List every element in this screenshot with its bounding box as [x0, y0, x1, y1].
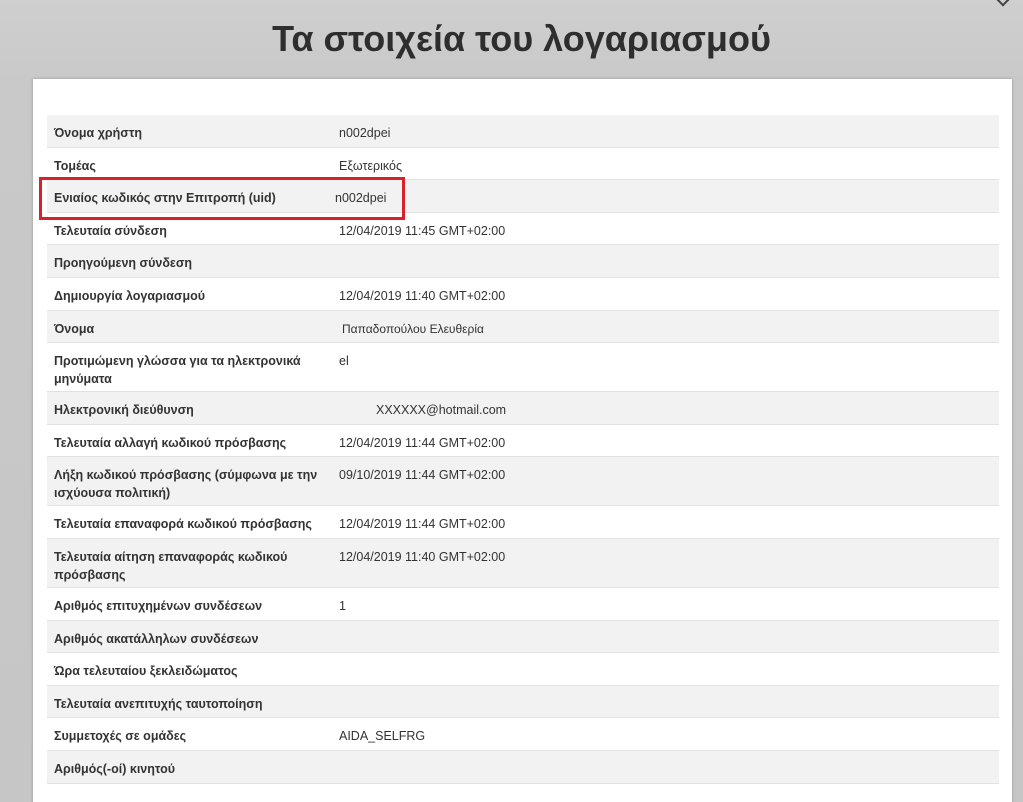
- row-label: Συμμετοχές σε ομάδες: [54, 729, 187, 744]
- row-value: AIDA_SELFRG: [339, 729, 426, 744]
- table-row-account-created: Δημιουργία λογαριασμού 12/04/2019 11:40 …: [47, 277, 999, 311]
- table-row-last-reset-request: Τελευταία αίτηση επαναφοράς κωδικού πρόσ…: [47, 538, 999, 588]
- row-label: Τελευταία αλλαγή κωδικού πρόσβασης: [54, 435, 287, 450]
- row-label: Αριθμός(-οί) κινητού: [54, 761, 176, 776]
- table-row-last-password-reset: Τελευταία επαναφορά κωδικού πρόσβασης 12…: [47, 506, 999, 539]
- row-label: Όνομα: [54, 321, 95, 336]
- row-value: 1: [339, 598, 346, 613]
- row-value: Παπαδοπούλου Ελευθερία: [342, 321, 484, 336]
- row-value: [333, 245, 339, 254]
- row-value: [333, 653, 339, 662]
- row-value: 09/10/2019 11:44 GMT+02:00: [339, 468, 506, 483]
- table-row-previous-login: Προηγούμενη σύνδεση: [47, 245, 999, 278]
- table-row-password-expiry: Λήξη κωδικού πρόσβασης (σύμφωνα με την ι…: [47, 457, 999, 507]
- row-value: [333, 686, 339, 695]
- row-label: Τομέας: [54, 158, 96, 173]
- row-value: 12/04/2019 11:44 GMT+02:00: [339, 517, 506, 532]
- row-label: Τελευταία ανεπιτυχής ταυτοποίηση: [54, 696, 263, 711]
- table-row-username: Όνομα χρήστη n002dpei: [47, 115, 999, 148]
- row-value: 12/04/2019 11:44 GMT+02:00: [339, 435, 506, 450]
- page-title: Τα στοιχεία του λογαριασμού: [272, 18, 771, 59]
- row-label: Αριθμός ακατάλληλων συνδέσεων: [54, 631, 259, 646]
- row-label: Λήξη κωδικού πρόσβασης (σύμφωνα με την ι…: [54, 468, 318, 501]
- row-value: [333, 751, 339, 760]
- row-value: Εξωτερικός: [339, 158, 402, 173]
- row-value: XXXXXX@hotmail.com: [376, 403, 507, 418]
- table-row-preferred-language: Προτιμώμενη γλώσσα για τα ηλεκτρονικά μη…: [47, 343, 999, 393]
- row-label: Προηγούμενη σύνδεση: [54, 256, 193, 271]
- chevron-icon: [994, 0, 1012, 7]
- row-label: Δημιουργία λογαριασμού: [54, 288, 206, 303]
- row-value: [333, 621, 339, 630]
- row-label: Όνομα χρήστη: [54, 126, 143, 140]
- row-label: Τελευταία αίτηση επαναφοράς κωδικού πρόσ…: [54, 549, 288, 582]
- table-row-invalid-logins: Αριθμός ακατάλληλων συνδέσεων: [47, 620, 999, 654]
- table-row-last-password-change: Τελευταία αλλαγή κωδικού πρόσβασης 12/04…: [47, 424, 999, 458]
- table-row-successful-logins: Αριθμός επιτυχημένων συνδέσεων 1: [47, 587, 999, 621]
- table-row-email: Ηλεκτρονική διεύθυνση XXXXXX@hotmail.com: [47, 392, 999, 425]
- row-value: 12/04/2019 11:40 GMT+02:00: [339, 549, 506, 564]
- table-row-name: Όνομα Παπαδοπούλου Ελευθερία: [47, 310, 999, 344]
- table-row-last-unlock-time: Ώρα τελευταίου ξεκλειδώματος: [47, 653, 999, 686]
- uid-highlight-box: [39, 177, 405, 220]
- row-label: Τελευταία επαναφορά κωδικού πρόσβασης: [54, 517, 312, 532]
- row-label: Αριθμός επιτυχημένων συνδέσεων: [54, 598, 263, 613]
- table-row-domain: Τομέας Εξωτερικός: [47, 147, 999, 181]
- row-label: Προτιμώμενη γλώσσα για τα ηλεκτρονικά μη…: [54, 354, 301, 387]
- row-value: 12/04/2019 11:40 GMT+02:00: [339, 288, 506, 303]
- table-row-last-failed-auth: Τελευταία ανεπιτυχής ταυτοποίηση: [47, 685, 999, 719]
- row-value: n002dpei: [339, 126, 391, 140]
- table-row-mobile-numbers: Αριθμός(-οί) κινητού: [47, 750, 999, 784]
- row-label: Ώρα τελευταίου ξεκλειδώματος: [54, 664, 238, 679]
- row-label: Ηλεκτρονική διεύθυνση: [54, 403, 194, 418]
- table-row-group-memberships: Συμμετοχές σε ομάδες AIDA_SELFRG: [47, 718, 999, 751]
- row-value: el: [339, 354, 349, 369]
